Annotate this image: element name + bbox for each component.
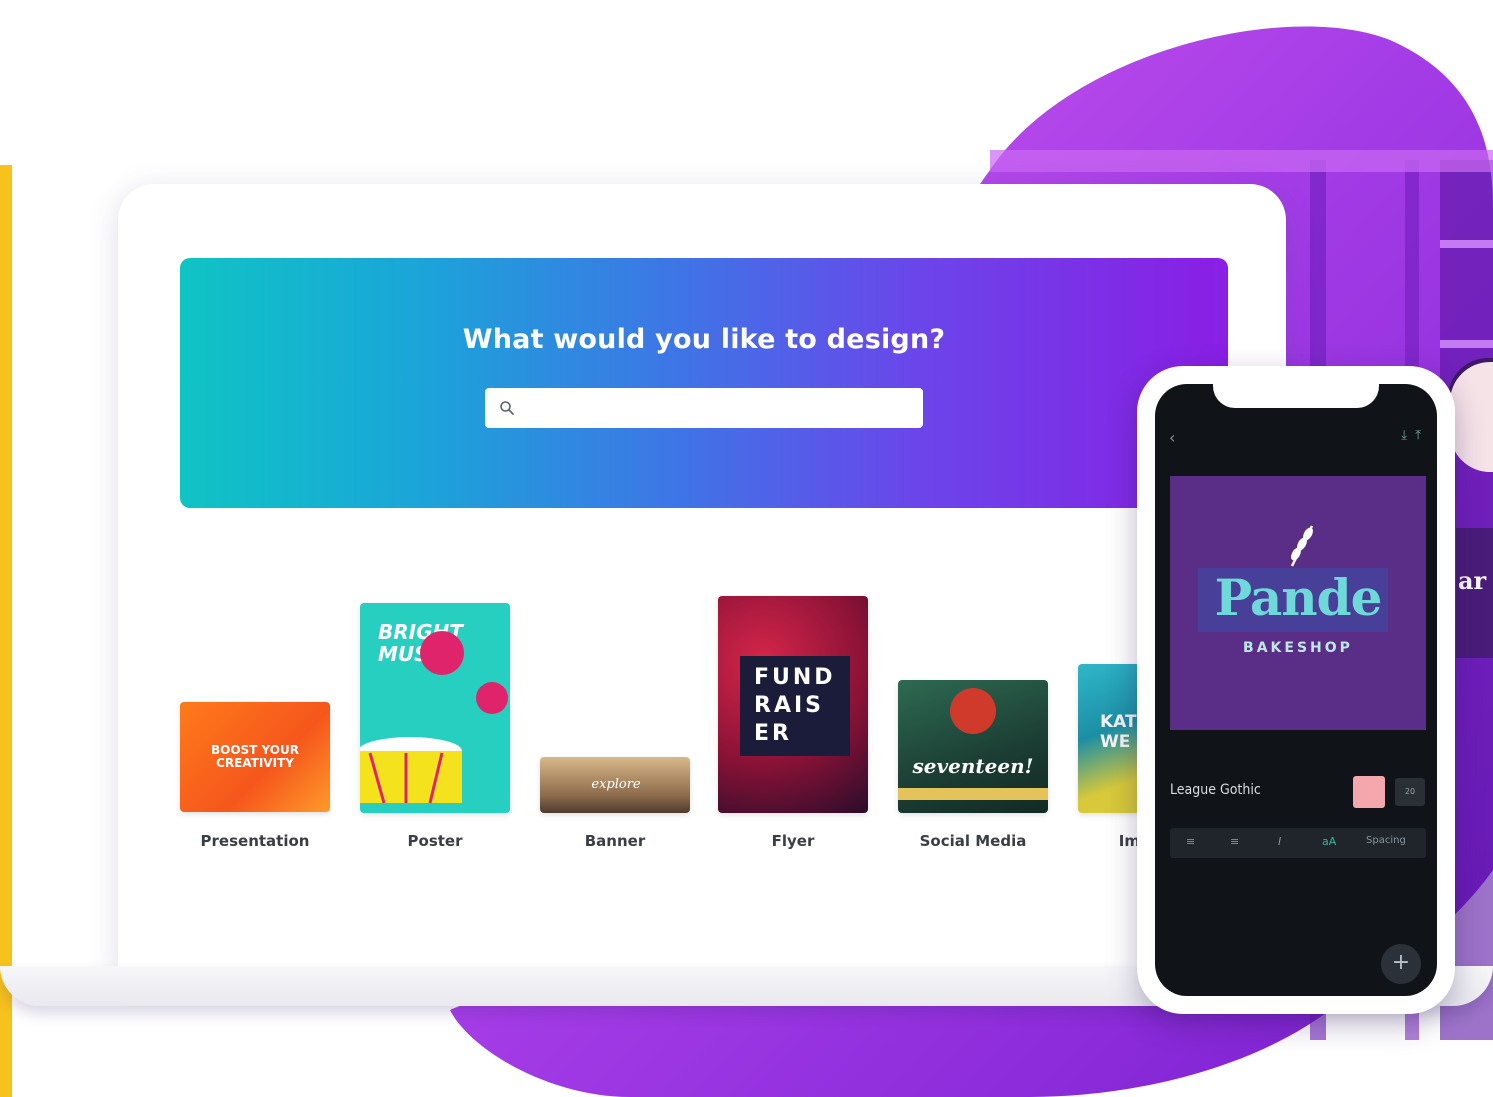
design-canvas[interactable]: Pande BAKESHOP <box>1170 476 1426 730</box>
logo-title[interactable]: Pande <box>1170 568 1426 627</box>
photographer-figure <box>950 688 996 734</box>
list-icon[interactable]: ≡ <box>1230 835 1239 848</box>
share-download-icons[interactable]: ⤓ ⤒ <box>1401 428 1421 443</box>
invite-preview-text: KAT WE <box>1100 712 1137 752</box>
flyer-preview-text: FUND RAIS ER <box>754 665 836 746</box>
template-label-flyer[interactable]: Flyer <box>718 832 868 850</box>
search-input[interactable] <box>525 394 909 424</box>
presentation-preview-text: BOOST YOUR CREATIVITY <box>210 743 299 770</box>
template-label-social-media[interactable]: Social Media <box>898 832 1048 850</box>
add-element-button[interactable]: + <box>1381 944 1421 984</box>
hero-banner: What would you like to design? <box>180 258 1228 508</box>
template-presentation-thumbnail[interactable]: BOOST YOUR CREATIVITY <box>180 702 330 812</box>
template-flyer-thumbnail[interactable]: FUND RAIS ER <box>718 596 868 813</box>
banner-preview-text: explore <box>591 777 641 792</box>
drum-illustration <box>360 631 508 804</box>
italic-icon[interactable]: I <box>1278 835 1281 848</box>
template-label-invitation[interactable]: Im <box>1078 832 1140 850</box>
back-chevron-icon[interactable]: ‹ <box>1169 428 1175 447</box>
text-format-toolbar: ≡ ≡ I aA Spacing <box>1170 828 1426 858</box>
template-label-banner[interactable]: Banner <box>540 832 690 850</box>
social-caption-strip <box>898 788 1048 800</box>
phone-screen: ‹ ⤓ ⤒ Pande BAKESHOP League Gothic 20 ≡ … <box>1155 384 1437 996</box>
yellow-accent-bar <box>0 165 12 1097</box>
screenshot-stage: ar What would you like to design? BOOST … <box>0 0 1493 1097</box>
case-icon[interactable]: aA <box>1322 835 1336 848</box>
template-poster-thumbnail[interactable]: BRIGHT MUSIC <box>360 603 510 813</box>
hero-title: What would you like to design? <box>462 324 946 355</box>
align-icon[interactable]: ≡ <box>1186 835 1195 848</box>
template-banner-thumbnail[interactable]: explore <box>540 757 690 813</box>
spacing-button[interactable]: Spacing <box>1366 835 1406 846</box>
search-icon <box>500 401 514 415</box>
social-preview-text: seventeen! <box>912 754 1034 778</box>
phone-frame: ‹ ⤓ ⤒ Pande BAKESHOP League Gothic 20 ≡ … <box>1137 366 1455 1014</box>
template-social-media-thumbnail[interactable]: seventeen! <box>898 680 1048 813</box>
logo-subtitle[interactable]: BAKESHOP <box>1170 640 1426 656</box>
template-label-poster[interactable]: Poster <box>360 832 510 850</box>
font-size-selector[interactable]: 20 <box>1395 778 1425 806</box>
template-invitation-thumbnail[interactable]: KAT WE <box>1078 664 1140 813</box>
phone-notch <box>1213 384 1379 408</box>
font-toolbar: League Gothic 20 <box>1170 776 1426 812</box>
search-box[interactable] <box>485 388 923 428</box>
font-selector[interactable]: League Gothic <box>1170 782 1261 798</box>
wheat-icon <box>1290 525 1314 567</box>
color-swatch[interactable] <box>1353 776 1385 808</box>
side-sign-text: ar <box>1458 566 1487 595</box>
template-label-presentation[interactable]: Presentation <box>180 832 330 850</box>
